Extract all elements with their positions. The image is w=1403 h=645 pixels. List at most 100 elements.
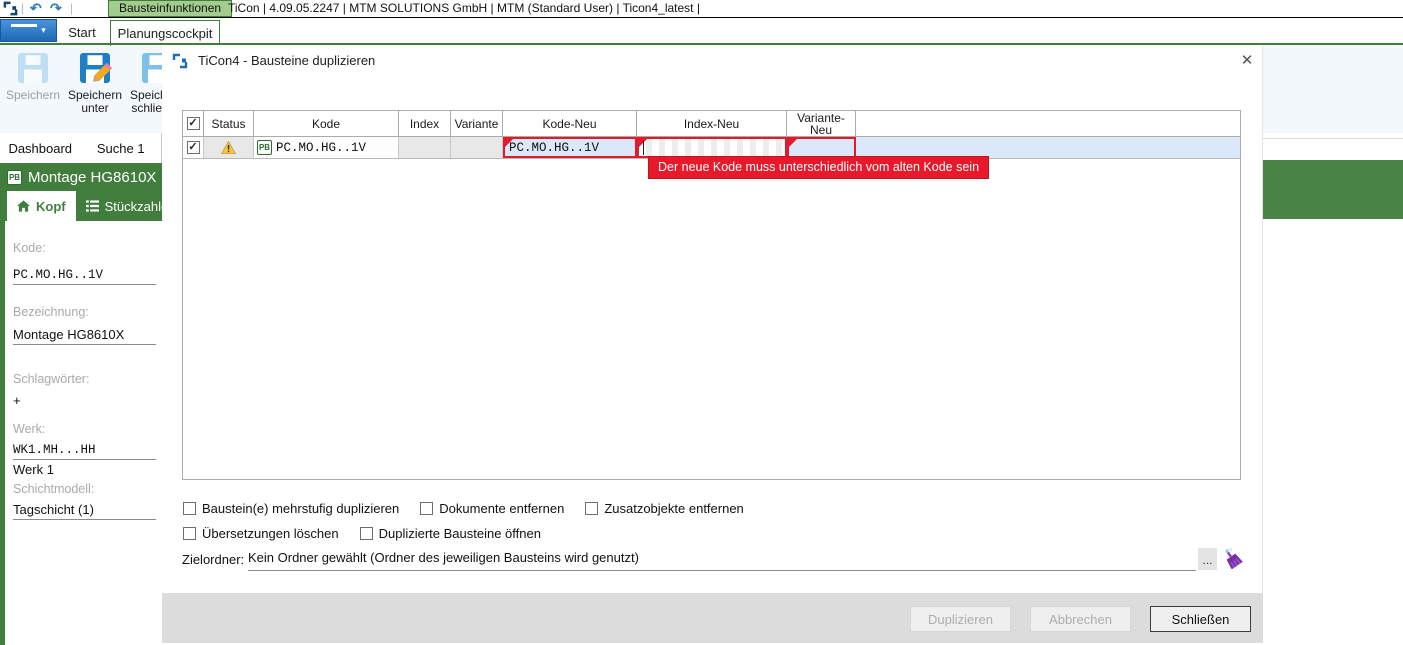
abbrechen-button[interactable]: Abbrechen [1030,606,1131,632]
undo-icon[interactable]: ↶ [30,0,42,17]
row-index-cell [399,137,451,158]
checkbox[interactable] [183,502,196,515]
menu-caret-icon: ▾ [41,25,46,36]
table-header-row: ✓ Status Kode Index Variante Kode-Neu In… [183,111,1240,137]
text-caret [643,141,644,155]
column-header-index-neu[interactable]: Index-Neu [637,111,787,136]
bezeichnung-label: Bezeichnung: [13,305,162,319]
option-label: Baustein(e) mehrstufig duplizieren [202,501,399,516]
app-window: | ↶ ↷ | Bausteinfunktionen TiCon | 4.09.… [0,0,1403,645]
window-title: TiCon | 4.09.05.2247 | MTM SOLUTIONS Gmb… [228,1,700,15]
close-icon[interactable]: ✕ [1237,50,1257,70]
option-label: Duplizierte Bausteine öffnen [379,526,541,541]
floppy-icon [15,50,51,86]
schliessen-button[interactable]: Schließen [1150,606,1251,632]
option-label: Übersetzungen löschen [202,526,339,541]
option-dokumente-entfernen[interactable]: Dokumente entfernen [420,501,564,516]
tab-kopf[interactable]: Kopf [7,191,76,221]
options-row-1: Baustein(e) mehrstufig duplizieren Dokum… [183,500,744,516]
option-duplizierte-oeffnen[interactable]: Duplizierte Bausteine öffnen [360,526,541,541]
baustein-badge-icon: PB [7,170,22,185]
checkbox[interactable] [183,527,196,540]
sidebar-title: Montage HG8610X [28,169,156,186]
option-label: Dokumente entfernen [439,501,564,516]
row-checkbox[interactable]: ✓ [187,141,200,154]
select-all-checkbox[interactable]: ✓ [187,117,200,130]
checkbox[interactable] [360,527,373,540]
werk-name: Werk 1 [13,462,156,479]
row-kode-value: PC.MO.HG..1V [272,141,366,155]
kode-field[interactable]: PC.MO.HG..1V [13,268,156,285]
workspace-tabs: Dashboard Suche 1 [0,133,162,163]
column-header-variante-neu[interactable]: Variante-Neu [787,111,856,136]
ribbon-tab-start[interactable]: Start [58,20,106,44]
row-filler-cell [856,137,1240,158]
app-menu-button[interactable]: ▾ [0,19,57,42]
titlebar: | ↶ ↷ | Bausteinfunktionen TiCon | 4.09.… [0,0,1403,18]
column-header-kode[interactable]: Kode [254,111,399,136]
column-header-index[interactable]: Index [399,111,451,136]
option-label: Zusatzobjekte entfernen [604,501,743,516]
save-as-button[interactable]: Speichern unter [66,48,124,126]
divider [1248,138,1403,139]
list-icon [86,200,99,212]
error-corner-flag [505,139,513,147]
duplizieren-button[interactable]: Duplizieren [910,606,1011,632]
error-corner-flag [789,139,797,147]
column-header-variante[interactable]: Variante [451,111,503,136]
bezeichnung-field[interactable]: Montage HG8610X [13,327,156,345]
row-status-cell [204,137,254,158]
werk-label: Werk: [13,422,162,436]
row-select-cell[interactable]: ✓ [183,137,204,158]
titlebar-tab-bausteinfunktionen[interactable]: Bausteinfunktionen [108,0,232,17]
ribbon-tab-row: ▾ Start Planungscockpit [0,18,1403,44]
schichtmodell-field[interactable]: Tagschicht (1) [13,502,156,520]
dialog-footer: Duplizieren Abbrechen Schließen [162,593,1263,643]
clear-folder-icon[interactable] [1222,547,1244,569]
separator: | [70,1,73,15]
werk-field[interactable]: WK1.MH...HH [13,443,156,460]
dialog-bausteine-duplizieren: TiCon4 - Bausteine duplizieren ✕ ✓ Statu… [162,45,1263,643]
option-mehrstufig[interactable]: Baustein(e) mehrstufig duplizieren [183,501,399,516]
row-index-neu-cell[interactable] [637,137,787,158]
column-header-filler [856,111,1240,136]
schichtmodell-label: Schichtmodell: [13,482,162,496]
row-kode-neu-value[interactable]: PC.MO.HG..1V [505,141,599,155]
separator: | [21,1,24,15]
zielordner-field[interactable]: Kein Ordner gewählt (Ordner des jeweilig… [248,550,1196,571]
zielordner-label: Zielordner: [182,552,244,567]
home-icon [17,200,30,212]
ticon-logo-icon [172,53,188,69]
baustein-badge-icon: PB [257,140,272,155]
save-button[interactable]: Speichern [4,48,62,126]
save-as-button-label: Speichern unter [66,89,124,115]
checkbox[interactable] [585,502,598,515]
header-select-all[interactable]: ✓ [183,111,204,136]
sidebar-header: PB Montage HG8610X [0,163,162,191]
row-kode-cell: PB PC.MO.HG..1V [254,137,399,158]
app-logo-icon [3,1,18,16]
tab-dashboard[interactable]: Dashboard [0,133,81,163]
sidebar-form: Kode: PC.MO.HG..1V Bezeichnung: Montage … [0,221,162,645]
tab-kopf-label: Kopf [36,199,66,214]
schlagwoerter-add[interactable]: + [13,393,156,410]
warning-icon [221,141,236,154]
option-zusatzobjekte-entfernen[interactable]: Zusatzobjekte entfernen [585,501,743,516]
column-header-status[interactable]: Status [204,111,254,136]
row-variante-cell [451,137,503,158]
redo-icon[interactable]: ↷ [50,0,62,17]
column-header-kode-neu[interactable]: Kode-Neu [503,111,637,136]
kode-label: Kode: [13,241,162,255]
floppy-pencil-icon [77,50,113,86]
row-kode-neu-cell[interactable]: PC.MO.HG..1V [503,137,637,158]
browse-folder-button[interactable]: ... [1198,548,1217,570]
tab-suche-1[interactable]: Suche 1 [81,133,162,163]
sidebar: PB Montage HG8610X Kopf Stückzahlen Kode… [0,163,162,645]
option-uebersetzungen-loeschen[interactable]: Übersetzungen löschen [183,526,339,541]
schlagwoerter-label: Schlagwörter: [13,372,162,386]
checkbox[interactable] [420,502,433,515]
sidebar-tabs: Kopf Stückzahlen [0,191,162,221]
row-variante-neu-cell[interactable] [787,137,856,158]
error-tooltip: Der neue Kode muss unterschiedlich vom a… [648,156,989,179]
save-button-label: Speichern [6,89,60,102]
